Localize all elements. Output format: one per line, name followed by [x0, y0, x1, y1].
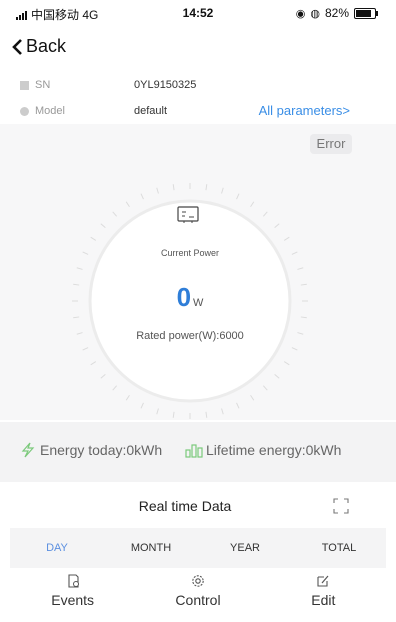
status-right: ◉ ◍ 82% [295, 6, 378, 20]
back-label: Back [26, 36, 67, 56]
energy-today: Energy today:0kWh [18, 442, 162, 458]
energy-today-label: Energy today:0kWh [40, 442, 163, 458]
back-button[interactable]: Back [10, 36, 66, 57]
lifetime-energy-label: Lifetime energy:0kWh [206, 442, 342, 458]
gauge-tick [250, 201, 255, 208]
gauge-tick [297, 267, 304, 270]
gauge-tick [236, 402, 240, 409]
edit-icon [317, 575, 329, 587]
nav-label: Edit [311, 592, 336, 608]
model-icon [20, 106, 29, 116]
lightning-icon [21, 442, 35, 458]
status-badge: Error [310, 134, 352, 154]
events-icon [68, 574, 79, 588]
all-parameters-link[interactable]: All parameters> [259, 103, 350, 118]
power-number: 0 [176, 282, 192, 312]
alarm-icon: ◍ [310, 7, 320, 20]
current-power-label: Current Power [160, 248, 220, 258]
gauge-tick [274, 223, 280, 229]
battery-icon [354, 7, 378, 19]
gauge-tick [82, 347, 89, 351]
gauge-tick [112, 211, 118, 217]
rated-power: Rated power(W):6000 [136, 330, 244, 342]
status-bar: 中国移动 4G 14:52 ◉ ◍ 82% [0, 0, 396, 24]
current-power-value: 0W [0, 282, 380, 313]
inverter-icon [177, 206, 199, 229]
gear-icon [192, 575, 204, 587]
gauge-tick [100, 223, 106, 229]
sn-label: SN [35, 79, 51, 91]
gauge-tick [283, 236, 290, 241]
gauge-tick [172, 411, 175, 418]
gauge-tick [140, 402, 144, 409]
gauge-tick [262, 385, 268, 391]
tab-total[interactable]: TOTAL [292, 528, 386, 568]
gauge-tick [73, 316, 80, 319]
gauge-tick [90, 361, 97, 366]
gauge-tick [90, 236, 97, 241]
tab-year[interactable]: YEAR [198, 528, 292, 568]
nav-control[interactable]: Control [135, 568, 261, 618]
gauge-tick [291, 347, 298, 351]
gauge-tick [221, 187, 224, 194]
model-value: default [134, 105, 168, 117]
gauge-tick [125, 394, 130, 401]
period-tabs: DAY MONTH YEAR TOTAL [10, 528, 386, 568]
nav-label: Events [51, 592, 95, 608]
bar-chart-icon [185, 444, 203, 458]
realtime-title: Real time Data [138, 498, 232, 514]
gauge-tick [205, 184, 208, 191]
gauge-tick [236, 193, 240, 200]
gauge-tick [262, 211, 268, 217]
gauge-tick [205, 411, 208, 418]
gauge-tick [156, 187, 159, 194]
gauge-tick [112, 385, 118, 391]
gauge-tick [300, 316, 307, 319]
gauge-tick [221, 408, 224, 415]
gauge-tick [100, 373, 106, 379]
battery-percent: 82% [324, 6, 349, 20]
expand-icon[interactable] [332, 497, 350, 515]
sn-row: SN 0YL9150325 [0, 74, 396, 98]
chevron-left-icon [12, 38, 22, 55]
nav-label: Control [175, 592, 221, 608]
tab-month[interactable]: MONTH [104, 528, 198, 568]
sn-value: 0YL9150325 [134, 79, 197, 91]
gauge-tick [140, 193, 144, 200]
energy-summary: Energy today:0kWh Lifetime energy:0kWh [0, 422, 396, 482]
model-row: Model default All parameters> [0, 100, 396, 124]
power-unit: W [193, 297, 204, 309]
lifetime-energy: Lifetime energy:0kWh [184, 442, 341, 458]
gauge-tick [172, 184, 175, 191]
gauge-tick [250, 394, 255, 401]
gauge-tick [125, 201, 130, 208]
bottom-nav: Events Control Edit [10, 568, 386, 618]
gauge-tick [283, 361, 290, 366]
model-label: Model [35, 105, 65, 117]
tab-day[interactable]: DAY [10, 528, 104, 568]
location-icon: ◉ [295, 7, 306, 20]
gauge-tick [156, 408, 159, 415]
gauge-tick [76, 267, 83, 270]
nav-events[interactable]: Events [10, 568, 136, 618]
barcode-icon [20, 80, 29, 90]
gauge-tick [274, 373, 280, 379]
nav-edit[interactable]: Edit [260, 568, 386, 618]
